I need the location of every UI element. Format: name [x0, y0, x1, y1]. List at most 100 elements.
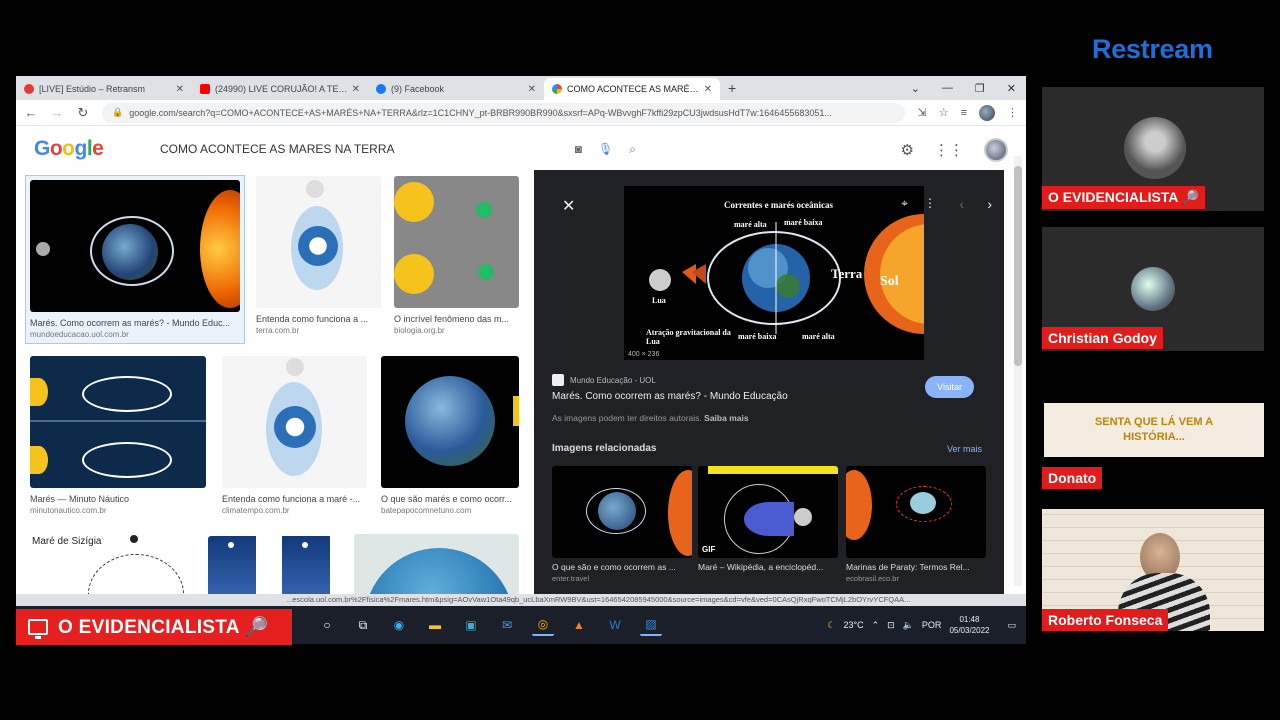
related-image[interactable]: O que são e como ocorrem as ... enter.tr… — [552, 466, 692, 583]
close-tab-icon[interactable]: ✕ — [528, 84, 536, 95]
mail-icon[interactable]: ✉ — [496, 614, 518, 636]
preview-image[interactable]: Correntes e marés oceânicas maré alta ma… — [624, 186, 924, 360]
close-icon[interactable]: ✕ — [562, 196, 575, 216]
previous-icon[interactable]: ‹ — [959, 196, 964, 212]
related-image[interactable]: GIF Maré – Wikipédia, a enciclopéd... — [698, 466, 838, 572]
image-result[interactable]: Entenda como funciona a ... terra.com.br — [256, 176, 381, 335]
image-result[interactable]: O incrível fenômeno das m... biologia.or… — [394, 176, 519, 335]
search-icon[interactable]: ⌕ — [629, 142, 636, 157]
menu-dots-icon[interactable]: ⋮ — [1007, 106, 1018, 119]
learn-more-link[interactable]: Saiba mais — [704, 413, 748, 423]
minimize-button[interactable]: — — [942, 82, 953, 94]
participant-tile[interactable]: Roberto Fonseca — [1042, 509, 1264, 631]
word-icon[interactable]: W — [604, 614, 626, 636]
lens-icon[interactable]: ⌖ — [901, 196, 908, 211]
result-caption[interactable]: Marés. Como ocorrem as marés? - Mundo Ed… — [30, 318, 240, 328]
close-tab-icon[interactable]: ✕ — [704, 84, 712, 95]
forward-icon[interactable]: → — [50, 105, 64, 120]
tab-restream-studio[interactable]: [LIVE] Estúdio – Retransm ✕ — [16, 78, 192, 100]
logo-letter: G — [34, 137, 50, 160]
next-icon[interactable]: › — [987, 196, 992, 212]
image-result[interactable]: Entenda como funciona a maré -... climat… — [222, 356, 367, 515]
reload-icon[interactable]: ↻ — [76, 105, 90, 121]
temperature[interactable]: 23°C — [844, 620, 864, 630]
more-options-icon[interactable]: ⋮ — [924, 196, 936, 211]
scroll-thumb[interactable] — [1014, 166, 1022, 366]
vlc-icon[interactable]: ▲ — [568, 614, 590, 636]
google-logo[interactable]: Google — [34, 137, 144, 161]
result-caption[interactable]: O que são marés e como ocorr... — [381, 494, 519, 504]
restore-button[interactable]: ❐ — [975, 82, 985, 95]
bookmark-star-icon[interactable]: ☆ — [939, 106, 949, 119]
page-scrollbar[interactable] — [1014, 156, 1022, 586]
result-caption[interactable]: Marés — Minuto Náutico — [30, 494, 206, 504]
microphone-icon[interactable]: 🎙 — [598, 142, 613, 156]
visit-button[interactable]: Visitar — [925, 376, 974, 398]
banner-text: O EVIDENCIALISTA 🔎 — [58, 617, 269, 638]
result-image[interactable] — [30, 356, 206, 488]
notification-icon[interactable]: ▭ — [1007, 620, 1016, 631]
participant-tile[interactable]: O EVIDENCIALISTA 🔎 — [1042, 87, 1264, 211]
tab-google-search[interactable]: COMO ACONTECE AS MARÉS N ✕ — [544, 78, 720, 100]
task-view-icon[interactable]: ⧉ — [352, 614, 374, 636]
evidencialista-banner: O EVIDENCIALISTA 🔎 — [16, 609, 292, 645]
result-caption[interactable]: Entenda como funciona a maré -... — [222, 494, 367, 504]
image-result[interactable]: Marés. Como ocorrem as marés? - Mundo Ed… — [25, 175, 245, 344]
url-field[interactable]: 🔒 google.com/search?q=COMO+ACONTECE+AS+M… — [102, 102, 906, 123]
volume-icon[interactable]: 🔈 — [903, 620, 914, 631]
close-tab-icon[interactable]: ✕ — [352, 84, 360, 95]
result-image[interactable] — [30, 180, 240, 312]
result-image[interactable] — [394, 176, 519, 308]
related-caption[interactable]: O que são e como ocorrem as ... — [552, 562, 692, 572]
related-thumbnail[interactable] — [846, 466, 986, 558]
tray-chevron-icon[interactable]: ⌃ — [872, 620, 880, 631]
related-caption[interactable]: Marinas de Paraty: Termos Rel... — [846, 562, 986, 572]
reading-list-icon[interactable]: ≡ — [961, 107, 967, 119]
related-image[interactable]: Marinas de Paraty: Termos Rel... ecobras… — [846, 466, 986, 583]
search-circle-icon[interactable]: ○ — [316, 614, 338, 636]
account-avatar[interactable] — [984, 138, 1008, 162]
language[interactable]: POR — [922, 620, 942, 630]
profile-avatar[interactable] — [979, 104, 995, 121]
close-tab-icon[interactable]: ✕ — [176, 84, 184, 95]
store-icon[interactable]: ▣ — [460, 614, 482, 636]
participant-tile[interactable]: Christian Godoy — [1042, 227, 1264, 351]
edge-icon[interactable]: ◉ — [388, 614, 410, 636]
search-input[interactable]: COMO ACONTECE AS MARES NA TERRA ◙ 🎙 ⌕ — [148, 135, 648, 163]
youtube-icon — [200, 84, 210, 94]
network-icon[interactable]: ⊡ — [887, 620, 895, 631]
related-thumbnail[interactable]: GIF — [698, 466, 838, 558]
tab-facebook[interactable]: (9) Facebook ✕ — [368, 78, 544, 100]
new-tab-button[interactable]: + — [728, 80, 736, 96]
camera-icon[interactable]: ◙ — [575, 142, 582, 156]
file-explorer-icon[interactable]: ▬ — [424, 614, 446, 636]
participant-tile[interactable]: SENTA QUE LÁ VEM A HISTÓRIA... Donato — [1042, 403, 1264, 493]
result-source: biologia.org.br — [394, 326, 445, 335]
result-image[interactable] — [381, 356, 519, 488]
diagram-title: Correntes e marés oceânicas — [724, 200, 834, 210]
result-caption[interactable]: Entenda como funciona a ... — [256, 314, 381, 324]
image-result[interactable]: O que são marés e como ocorr... batepapo… — [381, 356, 519, 515]
result-source: minutonautico.com.br — [30, 506, 107, 515]
preview-title[interactable]: Marés. Como ocorrem as marés? - Mundo Ed… — [552, 391, 788, 402]
image-result[interactable]: Marés — Minuto Náutico minutonautico.com… — [30, 356, 206, 515]
chrome-icon[interactable]: ◎ — [532, 614, 554, 636]
result-image[interactable] — [222, 356, 367, 488]
see-more-link[interactable]: Ver mais — [947, 444, 982, 454]
back-icon[interactable]: ← — [24, 105, 38, 120]
result-source: mundoeducacao.uol.com.br — [30, 330, 129, 339]
diagram-label: maré alta — [734, 220, 767, 229]
result-image[interactable] — [256, 176, 381, 308]
diagram-label: maré baixa — [738, 332, 777, 341]
related-caption[interactable]: Maré – Wikipédia, a enciclopéd... — [698, 562, 838, 572]
apps-grid-icon[interactable]: ⋮⋮ — [934, 141, 964, 159]
result-caption[interactable]: O incrível fenômeno das m... — [394, 314, 519, 324]
settings-gear-icon[interactable]: ⚙ — [901, 141, 914, 159]
install-icon[interactable]: ⇲ — [917, 106, 926, 119]
clock[interactable]: 01:48 05/03/2022 — [949, 614, 989, 636]
photos-icon[interactable]: ▨ — [640, 614, 662, 636]
close-window-button[interactable]: ✕ — [1007, 82, 1016, 95]
tab-search-icon[interactable]: ⌄ — [911, 82, 920, 95]
related-thumbnail[interactable] — [552, 466, 692, 558]
tab-youtube[interactable]: (24990) LIVE CORUJÃO! A TERRA ✕ — [192, 78, 368, 100]
